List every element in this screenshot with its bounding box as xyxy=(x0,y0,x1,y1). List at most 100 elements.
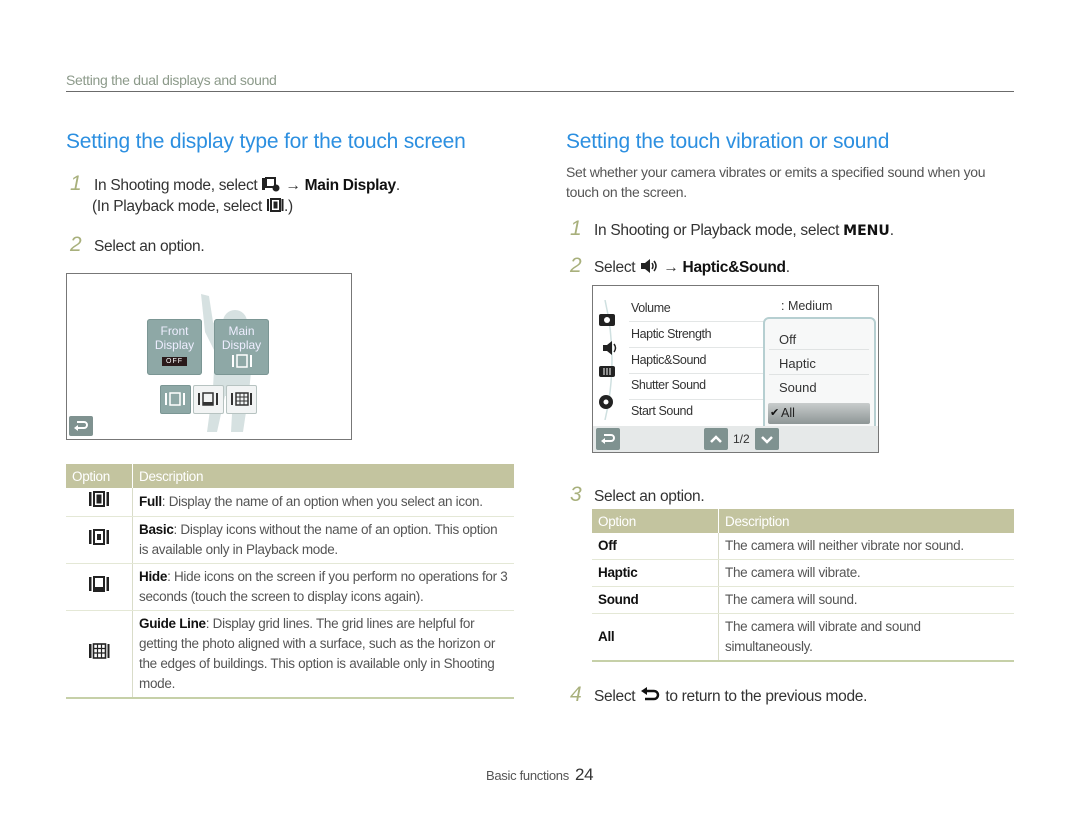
chevron-down-icon xyxy=(761,436,773,444)
step-text: In Shooting or Playback mode, select xyxy=(594,222,840,239)
tile-label: Display xyxy=(154,338,195,352)
page-number: 24 xyxy=(574,765,594,784)
menu-item-start-sound[interactable]: Start Sound xyxy=(631,404,693,418)
step-number: 3 xyxy=(570,483,582,506)
page-up-button[interactable] xyxy=(704,428,728,450)
option-guide-line-button[interactable] xyxy=(226,385,257,414)
option-name: Guide Line xyxy=(139,616,206,631)
step-text: Select an option. xyxy=(594,488,705,505)
table-row: Hide: Hide icons on the screen if you pe… xyxy=(66,563,514,611)
page-indicator: 1/2 xyxy=(733,432,750,446)
menu-item-haptic-sound[interactable]: Haptic&Sound xyxy=(631,353,707,367)
full-display-icon xyxy=(89,491,109,507)
main-display-tile[interactable]: Main Display xyxy=(214,319,269,375)
front-display-tile[interactable]: Front Display OFF xyxy=(147,319,202,375)
option-description: The camera will neither vibrate nor soun… xyxy=(718,533,1014,560)
option-name: Full xyxy=(139,494,162,509)
arrow: → xyxy=(663,259,679,276)
step-end: . xyxy=(889,222,894,239)
chevron-up-icon xyxy=(710,435,722,443)
menu-item-haptic-strength[interactable]: Haptic Strength xyxy=(631,327,712,341)
divider xyxy=(769,349,869,350)
option-name: All xyxy=(598,629,615,644)
popup-option-all-selected[interactable]: ✔ All xyxy=(768,403,870,424)
off-badge: OFF xyxy=(162,357,187,366)
haptic-options-table: Option Description Off The camera will n… xyxy=(592,509,1014,662)
hide-display-icon xyxy=(198,392,218,406)
guide-line-icon xyxy=(89,643,110,659)
divider xyxy=(629,373,779,374)
popup-option-haptic[interactable]: Haptic xyxy=(779,356,816,371)
step-text: Select xyxy=(594,259,636,276)
display-settings-icon xyxy=(262,177,280,192)
step-text: to return to the previous mode. xyxy=(665,688,868,705)
table-row: Basic: Display icons without the name of… xyxy=(66,516,514,564)
option-description: : Display the name of an option when you… xyxy=(161,494,483,509)
basic-display-icon xyxy=(267,198,284,212)
page-footer: Basic functions 24 xyxy=(486,765,594,785)
option-name: Off xyxy=(598,538,617,553)
full-display-icon xyxy=(231,354,252,368)
hide-display-icon xyxy=(89,576,109,592)
header-rule xyxy=(66,91,1014,92)
step-number: 2 xyxy=(570,254,582,277)
popup-option-sound[interactable]: Sound xyxy=(779,380,817,395)
page-down-button[interactable] xyxy=(755,428,779,450)
section-header: Setting the dual displays and sound xyxy=(66,72,277,88)
full-display-icon xyxy=(165,392,185,406)
back-button[interactable] xyxy=(596,428,620,450)
menu-item-shutter-sound[interactable]: Shutter Sound xyxy=(631,378,706,392)
popup-option-off[interactable]: Off xyxy=(779,332,796,347)
menu-glyph: MENU xyxy=(843,223,890,239)
divider xyxy=(629,347,779,348)
step-text: In Shooting mode, select xyxy=(94,177,258,194)
divider xyxy=(629,399,779,400)
right-step-3: 3 Select an option. xyxy=(570,483,705,507)
arrow: → xyxy=(285,177,301,194)
tile-label: Display xyxy=(221,338,262,352)
step-bold: Haptic&Sound xyxy=(682,259,786,276)
right-step-1: 1 In Shooting or Playback mode, select M… xyxy=(570,217,894,241)
divider xyxy=(629,321,779,322)
step-text: Select xyxy=(594,688,636,705)
option-full-button[interactable] xyxy=(160,385,191,414)
step-end: . xyxy=(785,259,790,276)
option-name: Hide xyxy=(139,569,168,584)
back-icon xyxy=(74,421,88,431)
back-button[interactable] xyxy=(69,416,93,436)
right-section-title: Setting the touch vibration or sound xyxy=(566,130,890,153)
step-end: . xyxy=(395,177,400,194)
step-number: 4 xyxy=(570,683,582,706)
table-row: Sound The camera will sound. xyxy=(592,586,1014,614)
option-description: The camera will vibrate and sound simult… xyxy=(718,613,1014,662)
option-name: Sound xyxy=(598,592,639,607)
left-step-1: 1 In Shooting mode, select → Main Displa… xyxy=(70,172,400,196)
back-icon xyxy=(601,434,615,444)
settings-gear-icon xyxy=(599,395,613,409)
option-description: : Display icons without the name of an o… xyxy=(139,522,498,557)
menu-category-icons xyxy=(599,300,617,420)
volume-value: : Medium xyxy=(781,299,833,313)
basic-display-icon xyxy=(89,529,109,545)
table-row: Full: Display the name of an option when… xyxy=(66,488,514,517)
popup-option-label: All xyxy=(781,406,795,420)
back-icon xyxy=(641,687,660,701)
option-hide-button[interactable] xyxy=(193,385,224,414)
camera-icon xyxy=(599,314,615,326)
step-end: .) xyxy=(284,198,293,215)
right-intro: Set whether your camera vibrates or emit… xyxy=(566,164,986,200)
step-number: 1 xyxy=(570,217,582,240)
left-section-title: Setting the display type for the touch s… xyxy=(66,130,466,153)
option-description: The camera will vibrate. xyxy=(718,559,1014,587)
option-description: The camera will sound. xyxy=(718,586,1014,614)
step-bold: Main Display xyxy=(304,177,396,194)
left-step-2: 2 Select an option. xyxy=(70,233,205,257)
option-description: : Hide icons on the screen if you perfor… xyxy=(139,569,508,604)
menu-item-volume[interactable]: Volume xyxy=(631,301,671,315)
tile-label: Front xyxy=(160,324,189,338)
footer-label: Basic functions xyxy=(486,768,569,783)
tile-label: Main xyxy=(228,324,255,338)
col-header-option: Option xyxy=(592,509,719,533)
left-step-1-line2: (In Playback mode, select .) xyxy=(92,197,293,216)
display-type-screen: Front Display OFF Main Display xyxy=(66,273,352,440)
